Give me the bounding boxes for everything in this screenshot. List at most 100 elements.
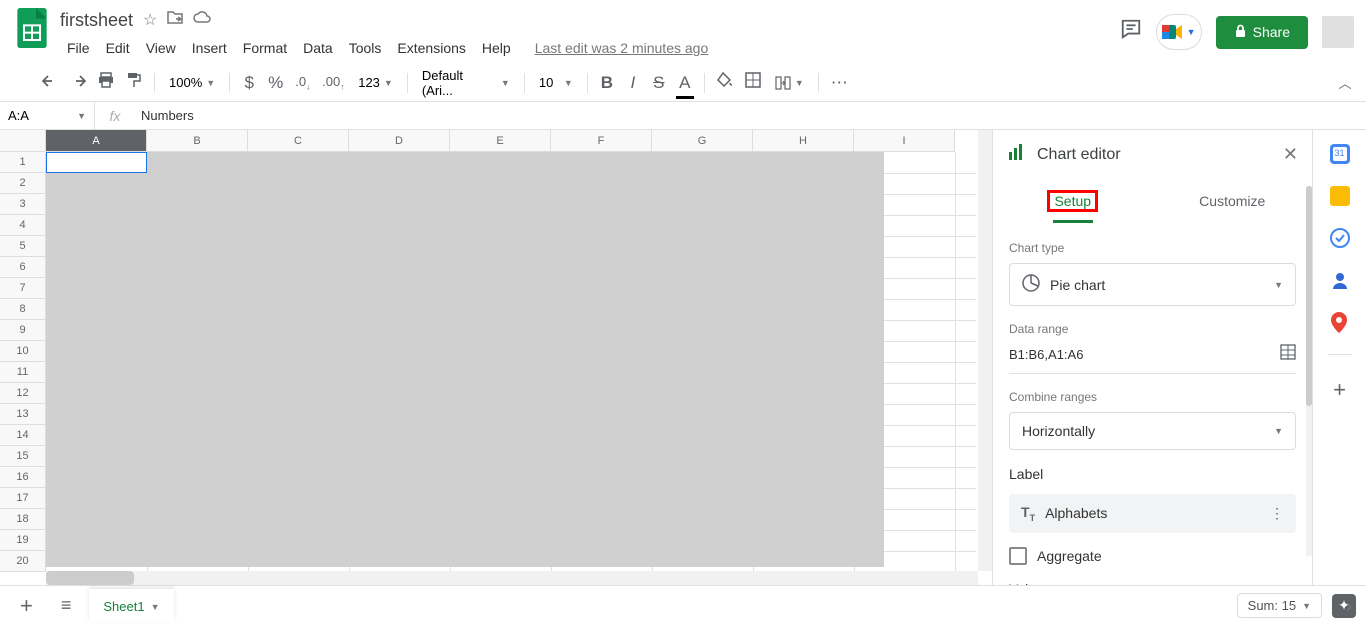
meet-button[interactable]: ▼ xyxy=(1156,14,1202,50)
row-header-18[interactable]: 18 xyxy=(0,509,46,530)
tasks-icon[interactable] xyxy=(1330,228,1350,248)
cells-area[interactable] xyxy=(46,152,976,572)
menu-tools[interactable]: Tools xyxy=(342,36,389,60)
decrease-decimal-button[interactable]: .0↓ xyxy=(291,70,314,96)
active-cell[interactable] xyxy=(46,152,147,173)
label-chip[interactable]: TT Alphabets ⋮ xyxy=(1009,494,1296,533)
undo-button[interactable] xyxy=(38,69,62,97)
select-all-corner[interactable] xyxy=(0,130,46,152)
menu-file[interactable]: File xyxy=(60,36,97,60)
account-avatar[interactable] xyxy=(1322,16,1354,48)
print-button[interactable] xyxy=(94,68,118,97)
increase-decimal-button[interactable]: .00↑ xyxy=(318,70,348,96)
row-header-16[interactable]: 16 xyxy=(0,467,46,488)
menu-format[interactable]: Format xyxy=(236,36,294,60)
close-icon[interactable]: ✕ xyxy=(1283,144,1298,165)
horizontal-scrollbar[interactable] xyxy=(46,571,978,585)
row-header-7[interactable]: 7 xyxy=(0,278,46,299)
zoom-dropdown[interactable]: 100%▼ xyxy=(163,73,221,92)
select-range-icon[interactable] xyxy=(1280,344,1296,365)
star-icon[interactable]: ☆ xyxy=(143,10,157,30)
quick-sum[interactable]: Sum: 15▼ xyxy=(1237,593,1322,618)
tab-setup[interactable]: Setup xyxy=(993,179,1153,223)
share-button[interactable]: Share xyxy=(1216,16,1308,49)
data-range-input[interactable]: B1:B6,A1:A6 xyxy=(1009,347,1083,362)
menu-data[interactable]: Data xyxy=(296,36,340,60)
column-header-B[interactable]: B xyxy=(147,130,248,152)
column-header-F[interactable]: F xyxy=(551,130,652,152)
row-header-2[interactable]: 2 xyxy=(0,173,46,194)
menu-extensions[interactable]: Extensions xyxy=(390,36,472,60)
row-header-17[interactable]: 17 xyxy=(0,488,46,509)
explore-button[interactable]: ✦ xyxy=(1332,594,1356,618)
row-header-20[interactable]: 20 xyxy=(0,551,46,572)
name-box[interactable]: A:A▼ xyxy=(0,102,95,129)
aggregate-checkbox[interactable] xyxy=(1009,547,1027,565)
document-title[interactable]: firstsheet xyxy=(60,10,133,31)
column-header-I[interactable]: I xyxy=(854,130,955,152)
add-addon-icon[interactable]: + xyxy=(1333,377,1346,403)
row-header-3[interactable]: 3 xyxy=(0,194,46,215)
font-dropdown[interactable]: Default (Ari...▼ xyxy=(416,66,516,100)
column-header-D[interactable]: D xyxy=(349,130,450,152)
calendar-icon[interactable]: 31 xyxy=(1330,144,1350,164)
contacts-icon[interactable] xyxy=(1330,270,1350,290)
menu-view[interactable]: View xyxy=(139,36,183,60)
row-header-10[interactable]: 10 xyxy=(0,341,46,362)
more-toolbar-button[interactable]: ⋯ xyxy=(827,69,852,97)
currency-button[interactable]: $ xyxy=(238,69,260,97)
all-sheets-button[interactable]: ≡ xyxy=(55,595,78,616)
column-header-C[interactable]: C xyxy=(248,130,349,152)
menu-insert[interactable]: Insert xyxy=(185,36,234,60)
row-header-6[interactable]: 6 xyxy=(0,257,46,278)
percent-button[interactable]: % xyxy=(264,69,287,97)
spreadsheet-grid[interactable]: ABCDEFGHI 123456789101112131415161718192… xyxy=(0,130,992,585)
chart-type-select[interactable]: Pie chart ▼ xyxy=(1009,263,1296,306)
collapse-toolbar-button[interactable]: ︿ xyxy=(1334,69,1356,96)
row-header-14[interactable]: 14 xyxy=(0,425,46,446)
aggregate-checkbox-row[interactable]: Aggregate xyxy=(1009,547,1296,565)
column-header-G[interactable]: G xyxy=(652,130,753,152)
column-header-H[interactable]: H xyxy=(753,130,854,152)
combine-ranges-select[interactable]: Horizontally ▼ xyxy=(1009,412,1296,450)
row-header-9[interactable]: 9 xyxy=(0,320,46,341)
menu-help[interactable]: Help xyxy=(475,36,518,60)
row-header-8[interactable]: 8 xyxy=(0,299,46,320)
row-header-13[interactable]: 13 xyxy=(0,404,46,425)
row-header-19[interactable]: 19 xyxy=(0,530,46,551)
row-header-11[interactable]: 11 xyxy=(0,362,46,383)
row-header-15[interactable]: 15 xyxy=(0,446,46,467)
row-header-5[interactable]: 5 xyxy=(0,236,46,257)
borders-button[interactable] xyxy=(741,68,765,97)
keep-icon[interactable] xyxy=(1330,186,1350,206)
bold-button[interactable]: B xyxy=(596,69,618,97)
row-header-1[interactable]: 1 xyxy=(0,152,46,173)
cloud-status-icon[interactable] xyxy=(193,10,211,30)
add-sheet-button[interactable]: + xyxy=(10,593,43,619)
menu-edit[interactable]: Edit xyxy=(99,36,137,60)
sheets-logo[interactable] xyxy=(12,8,52,48)
sheet-tab-sheet1[interactable]: Sheet1▼ xyxy=(89,589,173,622)
sidepanel-toggle-icon[interactable]: › xyxy=(1346,596,1352,617)
maps-icon[interactable] xyxy=(1330,312,1350,332)
row-header-4[interactable]: 4 xyxy=(0,215,46,236)
comment-history-icon[interactable] xyxy=(1120,18,1142,46)
fill-color-button[interactable] xyxy=(713,68,737,97)
column-header-E[interactable]: E xyxy=(450,130,551,152)
redo-button[interactable] xyxy=(66,69,90,97)
italic-button[interactable]: I xyxy=(622,69,644,97)
merge-dropdown[interactable]: ▼ xyxy=(769,74,810,92)
column-header-A[interactable]: A xyxy=(46,130,147,152)
last-edit-link[interactable]: Last edit was 2 minutes ago xyxy=(528,36,716,60)
strikethrough-button[interactable]: S xyxy=(648,69,670,97)
font-size-dropdown[interactable]: 10▼ xyxy=(533,73,579,92)
formula-input[interactable]: Numbers xyxy=(135,108,1366,123)
paint-format-button[interactable] xyxy=(122,68,146,97)
vertical-scrollbar[interactable] xyxy=(978,130,992,571)
more-options-icon[interactable]: ⋮ xyxy=(1270,505,1284,522)
move-icon[interactable] xyxy=(167,10,183,30)
tab-customize[interactable]: Customize xyxy=(1153,179,1313,223)
row-header-12[interactable]: 12 xyxy=(0,383,46,404)
text-color-button[interactable]: A xyxy=(674,69,696,97)
number-format-dropdown[interactable]: 123▼ xyxy=(352,73,399,92)
